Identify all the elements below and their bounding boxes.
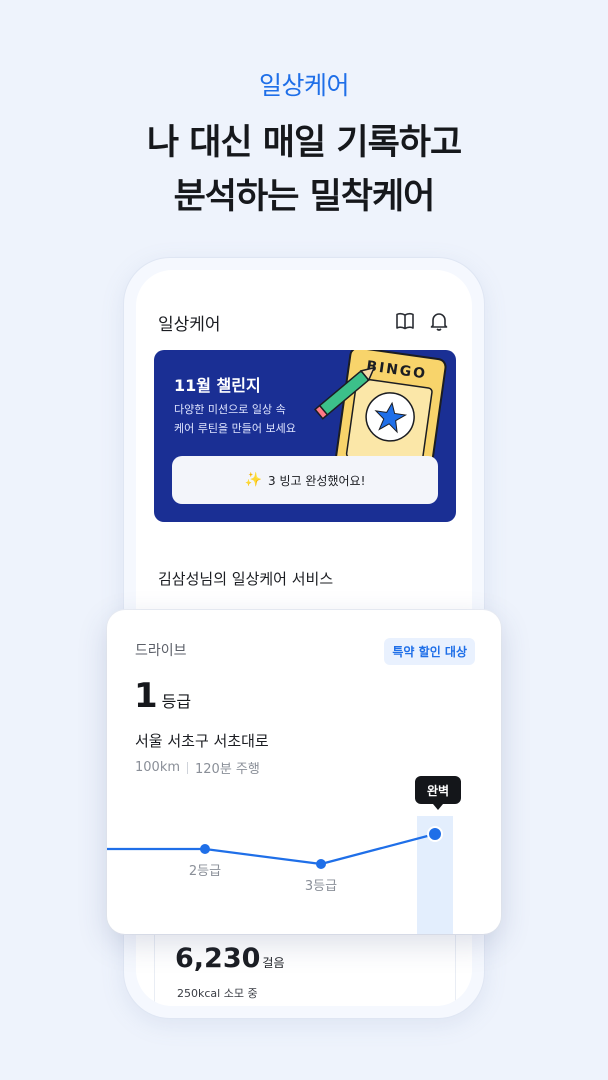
chart-tooltip: 완벽 (415, 776, 461, 810)
point-label: 2등급 (189, 864, 221, 879)
hero-headline-line-2: 분석하는 밀착케어 (173, 177, 436, 217)
bingo-status-button[interactable]: ✨ 3 빙고 완성했어요! (172, 456, 438, 504)
series-line (107, 832, 436, 866)
steps-value: 6,230 걸음 (175, 943, 285, 974)
discount-badge: 특약 할인 대상 (384, 638, 475, 665)
hero-headline-line-1: 나 대신 매일 기록하고 (146, 123, 462, 163)
challenge-banner[interactable]: 11월 챌린지 다양한 미션으로 일상 속 케어 루틴을 만들어 보세요 BIN… (154, 350, 456, 522)
drive-label: 드라이브 (135, 643, 187, 659)
steps-unit: 걸음 (262, 956, 285, 970)
banner-description: 다양한 미션으로 일상 속 케어 루틴을 만들어 보세요 (174, 400, 324, 438)
app-title: 일상케어 (158, 315, 221, 335)
data-point (316, 859, 326, 869)
bingo-status-label: 3 빙고 완성했어요! (268, 473, 366, 488)
data-point (200, 844, 210, 854)
service-section-title: 김삼성님의 일상케어 서비스 (158, 570, 334, 588)
book-icon[interactable] (394, 310, 416, 332)
bell-icon[interactable] (428, 310, 450, 332)
meta-divider (187, 761, 189, 774)
drive-distance: 100km (135, 760, 181, 775)
hero-headline: 나 대신 매일 기록하고 분석하는 밀착케어 (0, 116, 608, 224)
banner-description-line-2: 케어 루틴을 만들어 보세요 (174, 422, 296, 435)
steps-calories: 250kcal 소모 중 (177, 987, 258, 1000)
steps-count: 6,230 (175, 943, 261, 974)
grade-value: 1 (134, 676, 158, 716)
bingo-card-illustration: BINGO (314, 350, 447, 464)
drive-grade: 1 등급 (134, 676, 191, 716)
drive-meta: 100km 120분 주행 (135, 758, 260, 777)
banner-description-line-1: 다양한 미션으로 일상 속 (174, 403, 286, 416)
banner-title: 11월 챌린지 (174, 376, 261, 395)
drive-card[interactable]: 2등급 3등급 드라이브 특약 할인 대상 1 등급 서울 서초구 서초대로 100… (107, 610, 501, 934)
drive-address: 서울 서초구 서초대로 (135, 732, 269, 750)
point-label: 3등급 (305, 879, 337, 894)
drive-duration: 120분 주행 (195, 762, 260, 777)
hero-eyebrow: 일상케어 (258, 71, 350, 100)
grade-unit: 등급 (161, 692, 192, 711)
sparkle-icon: ✨ (244, 472, 263, 488)
data-point (427, 826, 443, 842)
